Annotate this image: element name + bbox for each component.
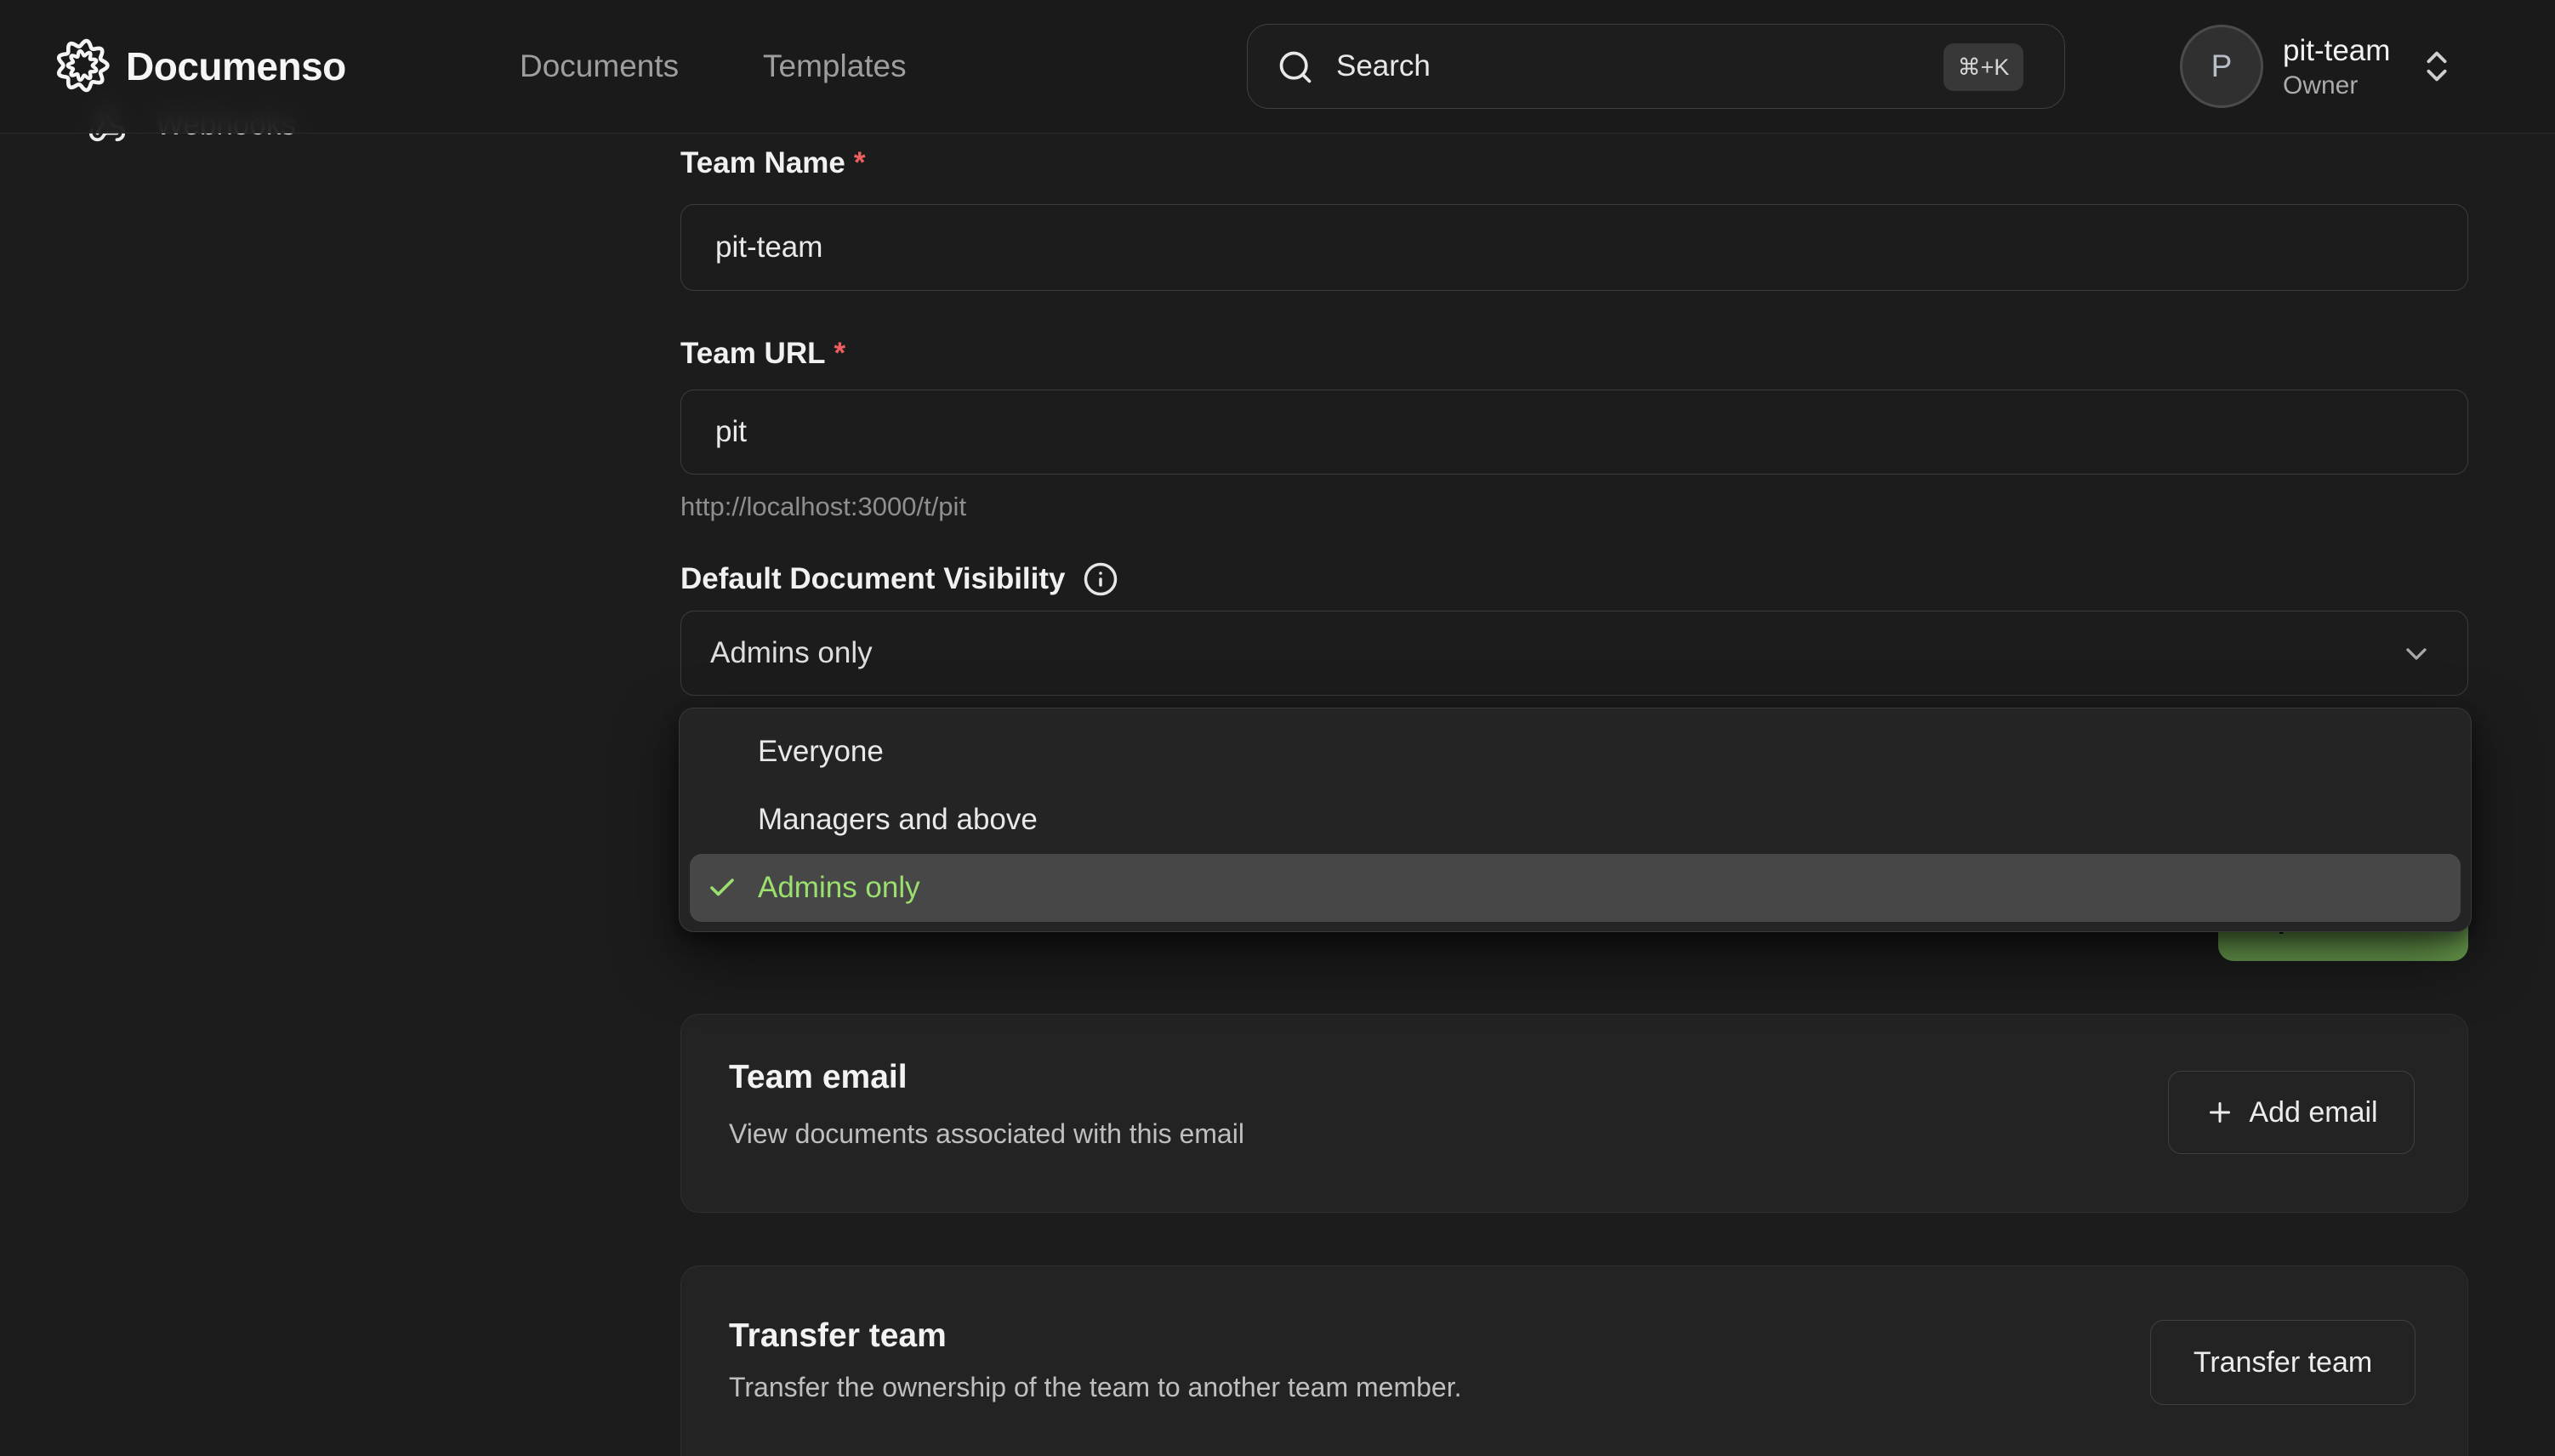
account-role: Owner bbox=[2283, 70, 2358, 102]
add-email-button[interactable]: Add email bbox=[2168, 1071, 2415, 1154]
visibility-option-everyone[interactable]: Everyone bbox=[680, 718, 2471, 786]
brand-title[interactable]: Documenso bbox=[126, 0, 346, 133]
visibility-selected-value: Admins only bbox=[710, 611, 873, 697]
chevrons-up-down-icon[interactable] bbox=[2417, 43, 2456, 90]
chevron-down-icon bbox=[2399, 637, 2433, 671]
visibility-dropdown: Everyone Managers and above Admins only bbox=[679, 708, 2472, 932]
transfer-team-description: Transfer the ownership of the team to an… bbox=[729, 1372, 1461, 1403]
documenso-logo-icon[interactable] bbox=[54, 37, 111, 94]
account-team-name[interactable]: pit-team bbox=[2283, 32, 2390, 70]
visibility-select[interactable]: Admins only bbox=[680, 611, 2468, 696]
search-shortcut-badge: ⌘+K bbox=[1943, 43, 2023, 91]
transfer-team-card: Transfer team Transfer the ownership of … bbox=[680, 1265, 2468, 1456]
team-url-input[interactable] bbox=[680, 390, 2468, 475]
avatar[interactable]: P bbox=[2180, 25, 2263, 108]
required-marker: * bbox=[834, 337, 846, 370]
transfer-team-title: Transfer team bbox=[729, 1317, 947, 1355]
team-email-card: Team email View documents associated wit… bbox=[680, 1014, 2468, 1213]
search-placeholder: Search bbox=[1336, 25, 1431, 110]
team-url-label: Team URL* bbox=[680, 337, 845, 371]
visibility-option-managers[interactable]: Managers and above bbox=[680, 786, 2471, 854]
nav-documents[interactable]: Documents bbox=[520, 0, 679, 133]
team-name-label: Team Name* bbox=[680, 146, 866, 180]
team-email-title: Team email bbox=[729, 1059, 908, 1096]
documenso-team-settings-screen: Webhooks Team Name* Team URL* http://loc… bbox=[0, 0, 2555, 1456]
team-name-input[interactable] bbox=[680, 204, 2468, 291]
check-icon bbox=[707, 873, 737, 903]
team-email-description: View documents associated with this emai… bbox=[729, 1118, 1244, 1150]
info-icon[interactable] bbox=[1083, 561, 1118, 597]
required-marker: * bbox=[854, 146, 866, 179]
transfer-team-button[interactable]: Transfer team bbox=[2150, 1320, 2416, 1405]
nav-templates[interactable]: Templates bbox=[763, 0, 907, 133]
plus-icon bbox=[2205, 1097, 2235, 1128]
visibility-option-admins-selected[interactable]: Admins only bbox=[690, 854, 2461, 922]
team-url-preview: http://localhost:3000/t/pit bbox=[680, 492, 966, 522]
search-input[interactable]: Search ⌘+K bbox=[1247, 24, 2065, 109]
search-icon bbox=[1277, 48, 1314, 86]
app-header: Documenso Documents Templates Search ⌘+K… bbox=[0, 0, 2555, 134]
visibility-label-row: Default Document Visibility bbox=[680, 561, 1118, 597]
visibility-label: Default Document Visibility bbox=[680, 562, 1066, 596]
